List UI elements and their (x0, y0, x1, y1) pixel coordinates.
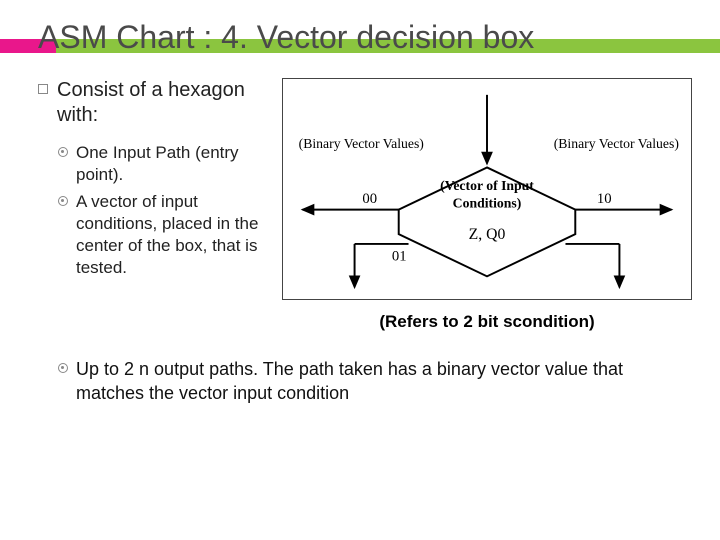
figure-caption: (Refers to 2 bit scondition) (282, 312, 692, 332)
vars-label: Z, Q0 (469, 226, 506, 243)
lead-text: Consist of a hexagon with: (57, 78, 268, 128)
footer-text: Up to 2 n output paths. The path taken h… (76, 358, 692, 405)
title-wrap: ASM Chart : 4. Vector decision box (38, 18, 692, 56)
label-right: (Binary Vector Values) (554, 136, 679, 152)
vector-decision-diagram: (Binary Vector Values) (Binary Vector Va… (287, 87, 687, 293)
sub-list: One Input Path (entry point). A vector o… (58, 142, 268, 279)
footer-bullet: Up to 2 n output paths. The path taken h… (38, 358, 692, 405)
lead-bullet: Consist of a hexagon with: (38, 78, 268, 128)
out-00: 00 (362, 191, 377, 207)
center-label-bottom: Conditions) (453, 196, 522, 212)
slide: ASM Chart : 4. Vector decision box Consi… (0, 0, 720, 540)
circle-bullet-icon (58, 196, 68, 206)
left-column: Consist of a hexagon with: One Input Pat… (38, 78, 268, 283)
figure-frame: (Binary Vector Values) (Binary Vector Va… (282, 78, 692, 300)
out-01: 01 (392, 249, 407, 265)
center-label-top: (Vector of Input (440, 178, 534, 194)
list-item-text: A vector of input conditions, placed in … (76, 191, 268, 279)
right-column: (Binary Vector Values) (Binary Vector Va… (282, 78, 692, 332)
list-item: A vector of input conditions, placed in … (58, 191, 268, 279)
square-bullet-icon (38, 84, 48, 94)
circle-bullet-icon (58, 147, 68, 157)
label-left: (Binary Vector Values) (299, 136, 424, 152)
page-title: ASM Chart : 4. Vector decision box (38, 18, 692, 56)
list-item: Up to 2 n output paths. The path taken h… (58, 358, 692, 405)
out-10: 10 (597, 191, 612, 207)
circle-bullet-icon (58, 363, 68, 373)
list-item: One Input Path (entry point). (58, 142, 268, 186)
content-columns: Consist of a hexagon with: One Input Pat… (38, 78, 692, 332)
list-item-text: One Input Path (entry point). (76, 142, 268, 186)
